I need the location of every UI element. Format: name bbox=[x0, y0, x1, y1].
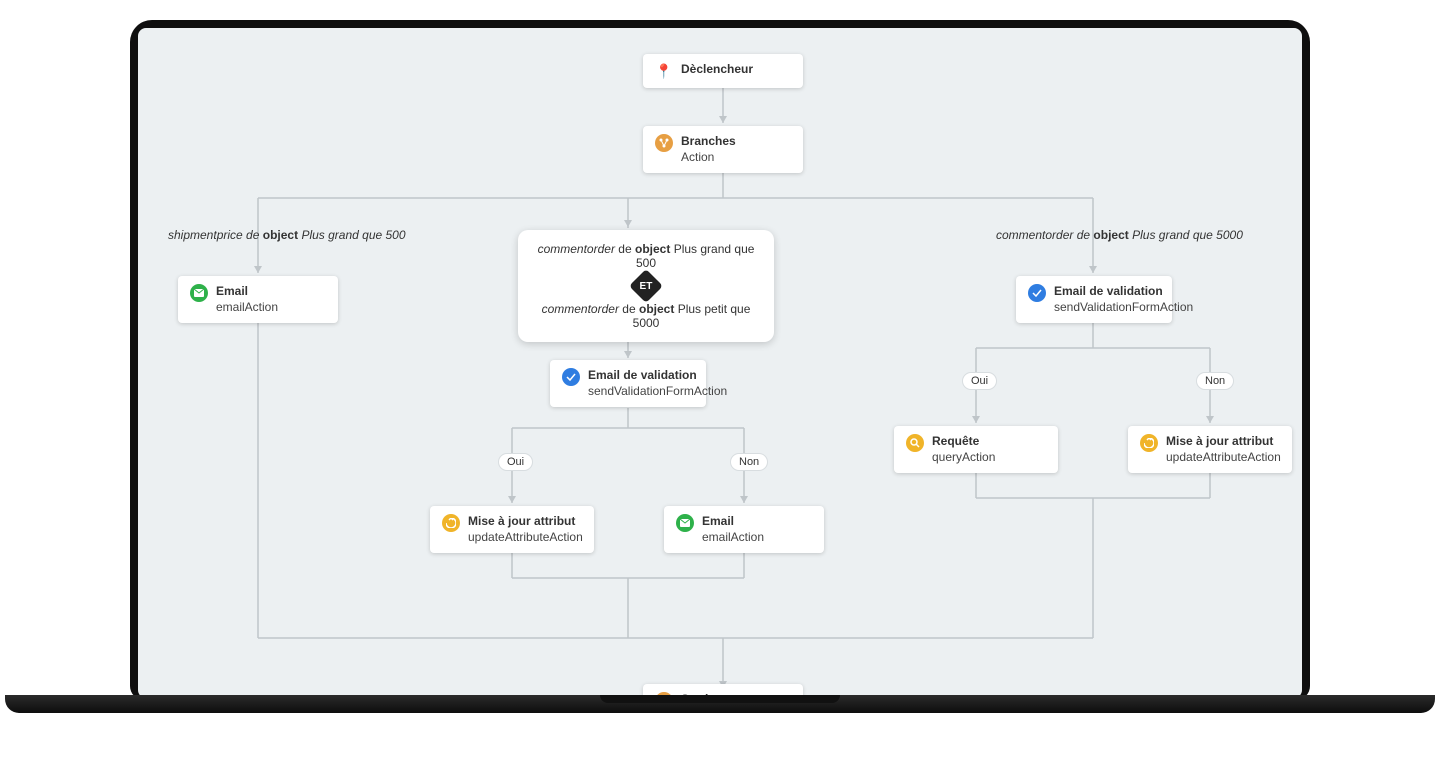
branch-condition-right: commentorder de object Plus grand que 50… bbox=[996, 228, 1243, 242]
validation-email-node-right[interactable]: Email de validation sendValidationFormAc… bbox=[1016, 276, 1172, 323]
update-icon bbox=[442, 514, 460, 532]
node-title: Mise à jour attribut bbox=[1166, 434, 1281, 450]
arrow-icon bbox=[1206, 416, 1214, 423]
node-subtitle: updateAttributeAction bbox=[468, 530, 583, 546]
arrow-icon bbox=[1089, 266, 1097, 273]
email-node-center[interactable]: Email emailAction bbox=[664, 506, 824, 553]
laptop-frame: 📍 Dèclencheur Branches Action shipmentpr… bbox=[130, 20, 1310, 700]
query-node[interactable]: Requête queryAction bbox=[894, 426, 1058, 473]
node-title: Dèclencheur bbox=[681, 62, 753, 78]
update-attribute-node-right[interactable]: Mise à jour attribut updateAttributeActi… bbox=[1128, 426, 1292, 473]
and-operator-icon: ET bbox=[629, 269, 663, 303]
condition-card-center[interactable]: commentorder de object Plus grand que 50… bbox=[518, 230, 774, 342]
update-attribute-node-center[interactable]: Mise à jour attribut updateAttributeActi… bbox=[430, 506, 594, 553]
node-title: Branches bbox=[681, 134, 736, 150]
pin-icon: 📍 bbox=[655, 62, 673, 80]
arrow-icon bbox=[719, 116, 727, 123]
node-title: Email de validation bbox=[1054, 284, 1193, 300]
branches-node[interactable]: Branches Action bbox=[643, 126, 803, 173]
update-icon bbox=[1140, 434, 1158, 452]
node-subtitle: updateAttributeAction bbox=[1166, 450, 1281, 466]
node-title: Email de validation bbox=[588, 368, 727, 384]
yes-pill: Oui bbox=[962, 372, 997, 390]
condition-line-1: commentorder de object Plus grand que 50… bbox=[536, 242, 756, 270]
arrow-icon bbox=[624, 351, 632, 358]
node-subtitle: emailAction bbox=[702, 530, 764, 546]
yes-pill: Oui bbox=[498, 453, 533, 471]
workflow-canvas[interactable]: 📍 Dèclencheur Branches Action shipmentpr… bbox=[138, 28, 1302, 698]
no-pill: Non bbox=[1196, 372, 1234, 390]
arrow-icon bbox=[254, 266, 262, 273]
node-title: Email bbox=[216, 284, 278, 300]
node-title: Requête bbox=[932, 434, 995, 450]
no-pill: Non bbox=[730, 453, 768, 471]
node-subtitle: sendValidationFormAction bbox=[1054, 300, 1193, 316]
validation-icon bbox=[562, 368, 580, 386]
validation-email-node-center[interactable]: Email de validation sendValidationFormAc… bbox=[550, 360, 706, 407]
email-node-left[interactable]: Email emailAction bbox=[178, 276, 338, 323]
node-subtitle: sendValidationFormAction bbox=[588, 384, 727, 400]
validation-icon bbox=[1028, 284, 1046, 302]
node-subtitle: Action bbox=[681, 150, 736, 166]
email-icon bbox=[190, 284, 208, 302]
arrow-icon bbox=[508, 496, 516, 503]
node-title: Mise à jour attribut bbox=[468, 514, 583, 530]
laptop-hinge bbox=[600, 695, 840, 703]
condition-line-2: commentorder de object Plus petit que 50… bbox=[536, 302, 756, 330]
query-icon bbox=[906, 434, 924, 452]
trigger-node[interactable]: 📍 Dèclencheur bbox=[643, 54, 803, 88]
node-title: Email bbox=[702, 514, 764, 530]
arrow-icon bbox=[740, 496, 748, 503]
email-icon bbox=[676, 514, 694, 532]
node-subtitle: queryAction bbox=[932, 450, 995, 466]
arrow-icon bbox=[624, 220, 632, 227]
node-subtitle: emailAction bbox=[216, 300, 278, 316]
arrow-icon bbox=[972, 416, 980, 423]
branch-condition-left: shipmentprice de object Plus grand que 5… bbox=[168, 228, 406, 242]
branch-icon bbox=[655, 134, 673, 152]
